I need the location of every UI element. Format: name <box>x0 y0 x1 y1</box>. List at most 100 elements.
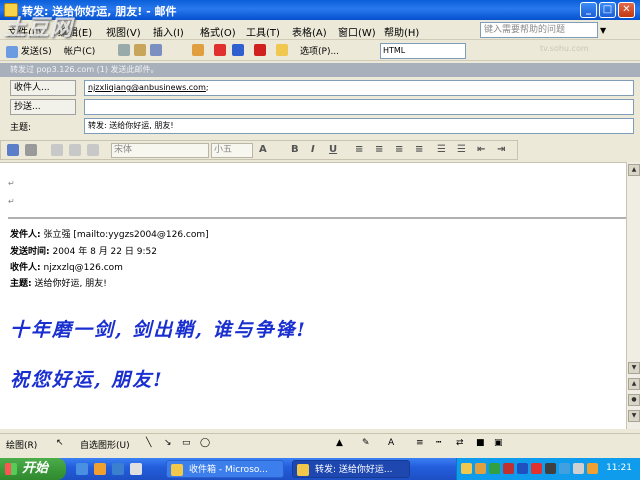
line-style-icon[interactable]: ≡ <box>416 438 424 448</box>
media-player-icon[interactable] <box>94 463 106 475</box>
align-center-icon[interactable]: ≡ <box>375 144 383 155</box>
tray-icon[interactable] <box>475 463 486 474</box>
formatting-toolbar: 宋体 小五 A B I U ≡ ≡ ≡ ≡ ☰ ☰ ⇤ ⇥ <box>0 140 518 160</box>
taskbar-item-forward[interactable]: 转发: 送给你好运... <box>292 460 410 478</box>
line-icon[interactable]: ╲ <box>146 438 151 448</box>
forward-from-line: 发件人: 张立强 [mailto:yygzs2004@126.com] <box>10 227 209 240</box>
subject-field[interactable]: 转发: 送给你好运, 朋友! <box>84 118 634 134</box>
save-icon[interactable] <box>7 144 19 156</box>
envelope-icon[interactable] <box>276 44 288 56</box>
quicklaunch-icon[interactable] <box>130 463 142 475</box>
tray-icon[interactable] <box>489 463 500 474</box>
menu-format[interactable]: 格式(O) <box>200 24 236 39</box>
minimize-button[interactable]: _ <box>580 2 597 18</box>
low-importance-icon[interactable] <box>232 44 244 56</box>
fill-color-icon[interactable]: ▲ <box>336 438 343 448</box>
scroll-up-icon[interactable]: ▲ <box>628 164 640 176</box>
tray-icon[interactable] <box>531 463 542 474</box>
cc-button[interactable]: 抄送... <box>10 99 76 115</box>
cc-field[interactable] <box>84 99 634 115</box>
print-icon[interactable] <box>25 144 37 156</box>
select-objects-icon[interactable]: ↖ <box>56 438 64 448</box>
rectangle-icon[interactable]: ▭ <box>182 438 191 448</box>
copy-icon[interactable] <box>69 144 81 156</box>
select-browse-icon[interactable]: ● <box>628 394 640 406</box>
help-search-input[interactable]: 键入需要帮助的问题 <box>480 22 598 38</box>
arrow-icon[interactable]: ↘ <box>164 438 172 448</box>
task-inbox-label: 收件箱 - Microso... <box>189 465 268 475</box>
info-bar: 转发过 pop3.126.com (1) 发送此邮件。 <box>0 63 640 77</box>
dash-style-icon[interactable]: ┅ <box>436 438 441 448</box>
scroll-down-icon[interactable]: ▼ <box>628 362 640 374</box>
font-select[interactable]: 宋体 <box>111 143 209 158</box>
message-format-select[interactable]: HTML <box>380 43 466 59</box>
underline-button[interactable]: U <box>329 144 337 155</box>
italic-button[interactable]: I <box>311 144 315 155</box>
flag-icon[interactable] <box>254 44 266 56</box>
menu-tools[interactable]: 工具(T) <box>246 24 280 39</box>
forward-sent-line: 发送时间: 2004 年 8 月 22 日 9:52 <box>10 244 157 257</box>
justify-icon[interactable]: ≡ <box>415 144 423 155</box>
send-button[interactable]: 发送(S) <box>6 44 52 58</box>
align-left-icon[interactable]: ≡ <box>355 144 363 155</box>
vertical-scrollbar[interactable]: ▲ ▼ ▲ ● ▼ <box>626 162 640 429</box>
font-size-select[interactable]: 小五 <box>211 143 253 158</box>
desktop-icon[interactable] <box>76 463 88 475</box>
align-right-icon[interactable]: ≡ <box>395 144 403 155</box>
text-color-icon[interactable]: A <box>388 438 394 448</box>
close-button[interactable]: ✕ <box>618 2 635 18</box>
accounts-button[interactable]: 帐户(C) <box>64 44 95 57</box>
ie-icon[interactable] <box>112 463 124 475</box>
high-importance-icon[interactable] <box>214 44 226 56</box>
3d-icon[interactable]: ▣ <box>494 438 503 448</box>
increase-indent-icon[interactable]: ⇥ <box>497 144 505 155</box>
tray-icon[interactable] <box>545 463 556 474</box>
forward-separator <box>8 217 626 219</box>
menu-table[interactable]: 表格(A) <box>292 24 327 39</box>
windows-logo-icon <box>5 463 17 475</box>
insert-file-icon[interactable] <box>192 44 204 56</box>
to-address: njzxliqiang@anbusinews.com <box>88 83 206 92</box>
network-icon[interactable] <box>587 463 598 474</box>
address-book-icon[interactable] <box>134 44 146 56</box>
tray-icon[interactable] <box>503 463 514 474</box>
line-color-icon[interactable]: ✎ <box>362 438 370 448</box>
tray-icon[interactable] <box>559 463 570 474</box>
prev-page-icon[interactable]: ▲ <box>628 378 640 390</box>
decrease-indent-icon[interactable]: ⇤ <box>477 144 485 155</box>
from-label: 发件人: <box>10 230 41 240</box>
next-page-icon[interactable]: ▼ <box>628 410 640 422</box>
title-bar[interactable]: 转发: 送给你好运, 朋友! - 邮件 _ □ ✕ <box>0 0 640 20</box>
menu-view[interactable]: 视图(V) <box>106 24 141 39</box>
help-dropdown-icon[interactable]: ▼ <box>600 26 606 35</box>
taskbar-item-inbox[interactable]: 收件箱 - Microso... <box>166 460 284 478</box>
bold-button[interactable]: B <box>291 144 299 155</box>
menu-help[interactable]: 帮助(H) <box>384 24 419 39</box>
cut-icon[interactable] <box>51 144 63 156</box>
options-button[interactable]: 选项(P)... <box>300 44 339 57</box>
maximize-button[interactable]: □ <box>599 2 616 18</box>
forward-subject-line: 主题: 送给你好运, 朋友! <box>10 276 107 289</box>
attach-icon[interactable] <box>118 44 130 56</box>
message-body[interactable]: ↵ ↵ 发件人: 张立强 [mailto:yygzs2004@126.com] … <box>0 162 626 429</box>
autoshapes-menu[interactable]: 自选图形(U) <box>80 438 130 451</box>
system-tray: 11:21 <box>456 458 640 480</box>
check-names-icon[interactable] <box>150 44 162 56</box>
tray-icon[interactable] <box>461 463 472 474</box>
start-button[interactable]: 开始 <box>0 458 66 480</box>
menu-insert[interactable]: 插入(I) <box>153 24 184 39</box>
bullet-list-icon[interactable]: ☰ <box>457 144 466 155</box>
shadow-icon[interactable]: ■ <box>476 438 485 448</box>
paste-icon[interactable] <box>87 144 99 156</box>
drawing-toolbar: 绘图(R) ↖ 自选图形(U) ╲ ↘ ▭ ◯ ▲ ✎ A ≡ ┅ ⇄ ■ ▣ <box>0 433 640 453</box>
to-button[interactable]: 收件人... <box>10 80 76 96</box>
draw-menu[interactable]: 绘图(R) <box>6 438 37 451</box>
to-field[interactable]: njzxliqiang@anbusinews.com; <box>84 80 634 96</box>
oval-icon[interactable]: ◯ <box>200 438 210 448</box>
menu-window[interactable]: 窗口(W) <box>338 24 376 39</box>
numbered-list-icon[interactable]: ☰ <box>437 144 446 155</box>
volume-icon[interactable] <box>573 463 584 474</box>
arrow-style-icon[interactable]: ⇄ <box>456 438 464 448</box>
tray-icon[interactable] <box>517 463 528 474</box>
font-color-icon[interactable]: A <box>259 144 267 155</box>
